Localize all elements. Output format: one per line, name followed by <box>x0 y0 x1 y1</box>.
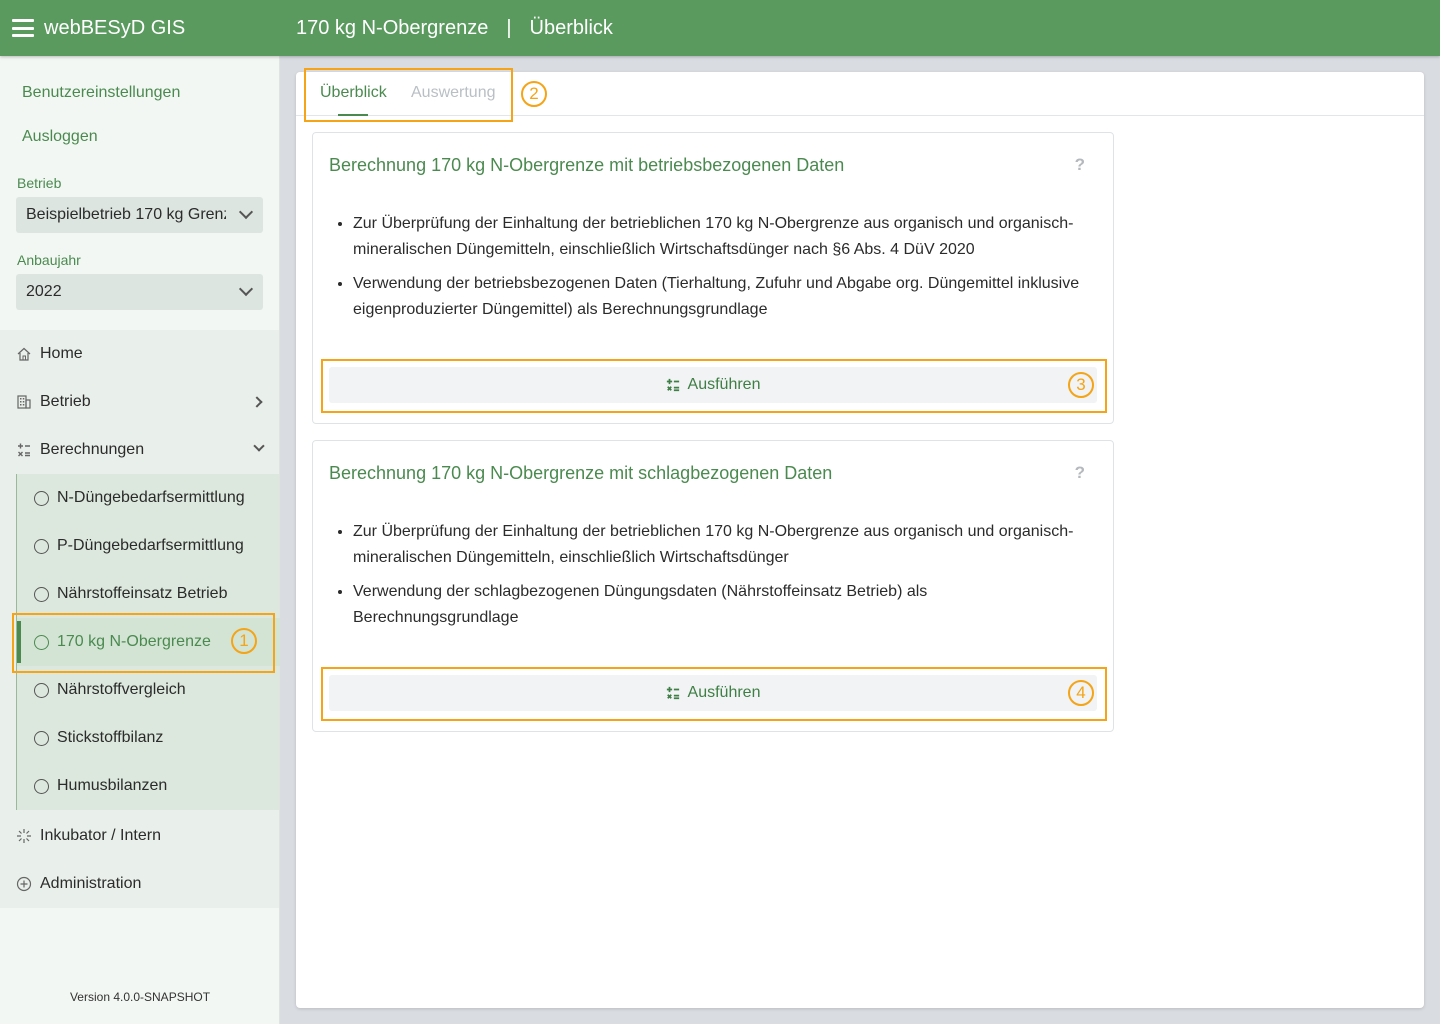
nav-item-label: Berechnungen <box>40 441 145 458</box>
top-app-bar: webBESyD GIS 170 kg N-Obergrenze | Überb… <box>0 0 1440 56</box>
calculator-icon <box>666 378 679 392</box>
subnav-item-label: 170 kg N-Obergrenze <box>57 633 211 650</box>
card-schlagbezogen: Berechnung 170 kg N-Obergrenze mit schla… <box>312 440 1114 732</box>
card-betriebsbezogen: Berechnung 170 kg N-Obergrenze mit betri… <box>312 132 1114 424</box>
card-bullet-list: Zur Überprüfung der Einhaltung der betri… <box>353 211 1093 331</box>
run-button-label: Ausführen <box>687 684 761 701</box>
list-item: Zur Überprüfung der Einhaltung der betri… <box>353 211 1093 263</box>
subnav-item-label: Nährstoffeinsatz Betrieb <box>57 585 228 602</box>
card-bullet-list: Zur Überprüfung der Einhaltung der betri… <box>353 519 1093 639</box>
run-button-schlagbezogen[interactable]: Ausführen <box>329 675 1097 711</box>
active-tab-indicator <box>338 114 368 116</box>
subnav-item-label: Nährstoffvergleich <box>57 681 186 698</box>
subnav-item-naehrstoffeinsatz[interactable]: Nährstoffeinsatz Betrieb <box>17 570 280 618</box>
subnav-item-naehrstoffvergleich[interactable]: Nährstoffvergleich <box>17 666 280 714</box>
page-section: Überblick <box>529 16 613 39</box>
betrieb-select-value: Beispielbetrieb 170 kg Grenze <box>26 206 226 223</box>
calculator-icon <box>18 443 30 457</box>
nav-item-label: Betrieb <box>40 393 91 410</box>
user-settings-link[interactable]: Benutzereinstellungen <box>22 84 180 102</box>
callout-badge-3: 3 <box>1068 372 1094 398</box>
subnav-item-label: Humusbilanzen <box>57 777 168 794</box>
calculator-icon <box>666 686 679 700</box>
nav-item-label: Administration <box>40 875 142 892</box>
radio-circle-icon <box>34 683 49 698</box>
run-button-label: Ausführen <box>687 376 761 393</box>
chevron-down-icon <box>238 281 254 297</box>
app-title: webBESyD GIS <box>44 16 186 39</box>
main-panel: Überblick Auswertung Berechnung 170 kg N… <box>296 72 1424 1008</box>
title-separator: | <box>506 16 512 39</box>
subnav-item-label: P-Düngebedarfsermittlung <box>57 537 244 554</box>
nav-item-home[interactable]: Home <box>0 330 279 378</box>
year-select[interactable]: 2022 <box>16 274 263 310</box>
radio-circle-icon <box>34 635 49 650</box>
list-item: Verwendung der betriebsbezogenen Daten (… <box>353 271 1093 323</box>
subnav-item-label: N-Düngebedarfsermittlung <box>57 489 245 506</box>
home-icon <box>17 347 31 361</box>
help-icon[interactable]: ? <box>1075 155 1085 175</box>
nav-item-label: Inkubator / Intern <box>40 827 161 844</box>
radio-circle-icon <box>34 539 49 554</box>
radio-circle-icon <box>34 779 49 794</box>
nav-item-inkubator[interactable]: Inkubator / Intern <box>0 812 279 860</box>
year-select-value: 2022 <box>26 283 62 300</box>
nav-item-label: Home <box>40 345 83 362</box>
chevron-right-icon <box>251 396 263 408</box>
callout-badge-2: 2 <box>521 81 547 107</box>
list-item: Zur Überprüfung der Einhaltung der betri… <box>353 519 1093 571</box>
plus-circle-icon <box>16 876 32 892</box>
building-icon <box>17 395 31 409</box>
radio-circle-icon <box>34 731 49 746</box>
run-button-betriebsbezogen[interactable]: Ausführen <box>329 367 1097 403</box>
subnav-item-stickstoffbilanz[interactable]: Stickstoffbilanz <box>17 714 280 762</box>
tab-ueberblick[interactable]: Überblick <box>320 84 387 102</box>
page-title-text: 170 kg N-Obergrenze <box>296 16 489 39</box>
page-title: 170 kg N-Obergrenze | Überblick <box>296 17 613 40</box>
list-item: Verwendung der schlagbezogenen Düngungsd… <box>353 579 1093 631</box>
menu-icon[interactable] <box>12 19 34 37</box>
callout-badge-1: 1 <box>231 628 257 654</box>
subnav-item-n-duengebedarf[interactable]: N-Düngebedarfsermittlung <box>17 474 280 522</box>
sparkle-icon <box>17 829 31 843</box>
radio-circle-icon <box>34 587 49 602</box>
nav-item-betrieb[interactable]: Betrieb <box>0 378 279 426</box>
subnav-item-humusbilanzen[interactable]: Humusbilanzen <box>17 762 280 810</box>
betrieb-select[interactable]: Beispielbetrieb 170 kg Grenze <box>16 197 263 233</box>
subnav-item-p-duengebedarf[interactable]: P-Düngebedarfsermittlung <box>17 522 280 570</box>
nav-item-berechnungen[interactable]: Berechnungen <box>0 426 279 474</box>
card-title: Berechnung 170 kg N-Obergrenze mit betri… <box>329 155 845 175</box>
tab-bar: Überblick Auswertung <box>296 72 1424 116</box>
year-label: Anbaujahr <box>17 252 81 268</box>
betrieb-label: Betrieb <box>17 175 62 191</box>
radio-circle-icon <box>34 491 49 506</box>
subnav-item-label: Stickstoffbilanz <box>57 729 164 746</box>
nav-item-administration[interactable]: Administration <box>0 860 279 908</box>
card-title: Berechnung 170 kg N-Obergrenze mit schla… <box>329 463 833 483</box>
version-text: Version 4.0.0-SNAPSHOT <box>69 990 211 1004</box>
callout-badge-4: 4 <box>1068 680 1094 706</box>
chevron-down-icon <box>253 440 265 452</box>
tab-auswertung[interactable]: Auswertung <box>411 84 496 102</box>
help-icon[interactable]: ? <box>1075 463 1085 483</box>
logout-link[interactable]: Ausloggen <box>22 128 98 146</box>
chevron-down-icon <box>238 204 254 220</box>
sidebar: Benutzereinstellungen Ausloggen Betrieb … <box>0 56 280 1024</box>
